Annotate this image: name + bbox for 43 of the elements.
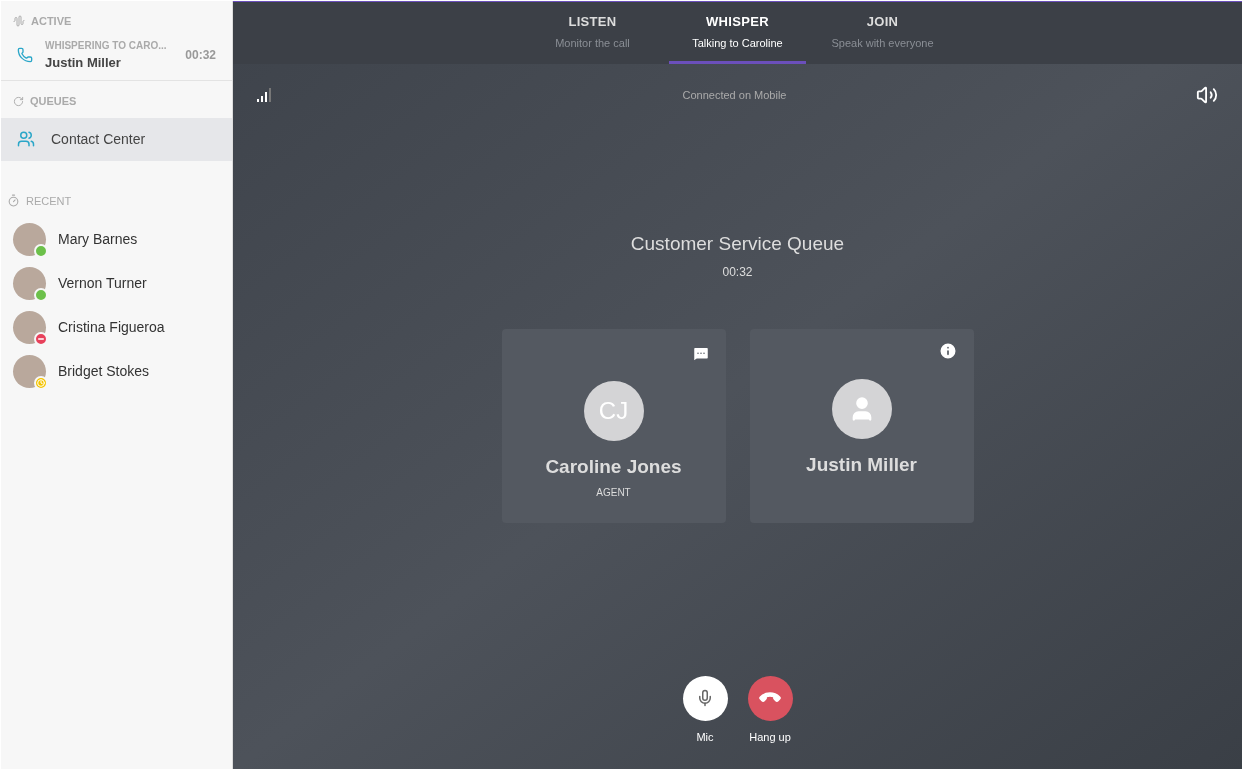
mode-tab[interactable]: LISTEN Monitor the call — [524, 2, 661, 64]
speaker-icon[interactable] — [1196, 84, 1218, 106]
refresh-icon — [13, 95, 24, 107]
section-heading: RECENT — [26, 193, 72, 209]
avatar-photo-placeholder — [13, 310, 46, 344]
hang-up-button[interactable] — [747, 675, 793, 721]
avatar-photo-placeholder — [13, 354, 46, 388]
contact-item[interactable]: Cristina Figueroa — [1, 305, 232, 349]
mode-tab[interactable]: JOIN Speak with everyone — [814, 2, 951, 64]
avatar-photo-placeholder — [13, 222, 46, 256]
info-icon[interactable] — [937, 340, 958, 361]
waveform-icon — [13, 15, 25, 28]
active-call-item[interactable]: WHISPERING TO CARO... Justin Miller 00:32 — [1, 29, 232, 81]
mic-button[interactable] — [682, 675, 728, 721]
contact-item[interactable]: Bridget Stokes — [1, 349, 232, 393]
participant-name: Caroline Jones — [545, 454, 682, 479]
people-icon — [17, 130, 35, 148]
mode-tab[interactable]: WHISPER Talking to Caroline — [669, 2, 806, 64]
participant-name: Justin Miller — [806, 452, 917, 477]
avatar-photo-placeholder — [13, 266, 46, 300]
queue-label: Contact Center — [51, 129, 146, 149]
contact-name: Bridget Stokes — [58, 361, 150, 381]
contact-name: Cristina Figueroa — [58, 317, 165, 337]
control-label: Hang up — [749, 729, 791, 745]
contact-item[interactable]: Mary Barnes — [1, 217, 232, 261]
contact-name: Mary Barnes — [58, 229, 138, 249]
section-heading: QUEUES — [30, 94, 77, 109]
connection-status: Connected on Mobile — [682, 87, 787, 103]
contact-item[interactable]: Vernon Turner — [1, 261, 232, 305]
mic-icon — [696, 689, 714, 707]
contact-name: Vernon Turner — [58, 273, 147, 293]
caller-name: Justin Miller — [45, 53, 122, 72]
participant-role: AGENT — [596, 486, 631, 500]
signal-icon — [257, 88, 273, 102]
call-timer: 00:32 — [722, 263, 753, 281]
section-heading: ACTIVE — [31, 14, 72, 29]
call-duration: 00:32 — [185, 46, 216, 64]
phone-icon — [17, 46, 33, 63]
call-title: Customer Service Queue — [630, 232, 845, 256]
call-status: WHISPERING TO CARO... — [45, 38, 168, 53]
queue-item[interactable]: Contact Center — [1, 117, 232, 161]
stopwatch-icon — [7, 194, 20, 208]
control-label: Mic — [696, 729, 714, 745]
